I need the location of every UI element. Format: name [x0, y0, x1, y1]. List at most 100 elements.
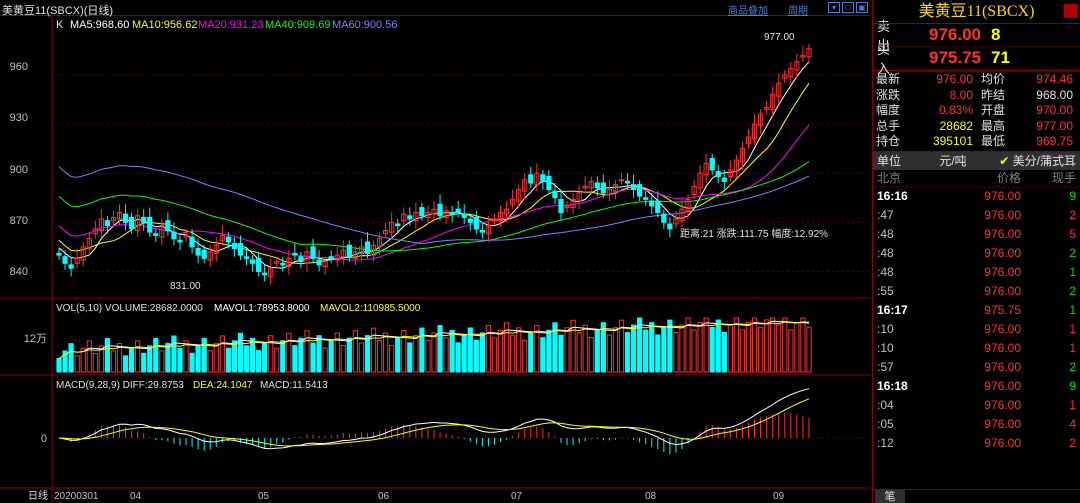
candle-body	[479, 230, 486, 233]
stat-key: 总手	[876, 118, 901, 133]
volume-bar	[709, 326, 715, 373]
volume-bar	[461, 334, 467, 373]
volume-bar	[715, 319, 721, 373]
volume-bar	[56, 358, 62, 373]
candle-body	[618, 179, 625, 182]
volume-bar	[153, 337, 159, 373]
stat-key: 持仓	[876, 134, 901, 148]
ask-row: 卖出 976.00 8	[873, 19, 1080, 53]
bid-qty: 71	[991, 48, 1010, 67]
volume-bar	[292, 345, 298, 373]
panel-close-icon[interactable]	[1064, 4, 1078, 18]
xaxis-period-label: 日线	[28, 489, 48, 502]
panel-footer: 笔	[873, 489, 1080, 503]
stat-key: 均价	[981, 72, 1006, 86]
candle-body	[643, 197, 649, 200]
tick-row: :47 976.00 2	[873, 206, 1080, 225]
candle-body	[177, 239, 183, 243]
volume-bar	[249, 337, 256, 373]
tick-row: :05 976.00 4	[873, 415, 1080, 434]
tick-price: 976.00	[984, 340, 1021, 355]
tick-row: 16:18 976.00 9	[873, 377, 1080, 396]
candle-body	[528, 174, 534, 184]
xaxis-date-start: 20200301	[54, 491, 99, 502]
stat-value: 969.75	[1036, 134, 1073, 148]
panel-header: 美黄豆11(SBCX)	[873, 0, 1080, 24]
volume-bar	[449, 329, 455, 373]
candle-body	[419, 207, 425, 217]
volume-bar	[364, 335, 371, 373]
candle-body	[540, 174, 546, 182]
tick-price: 976.00	[984, 188, 1021, 203]
volume-bar	[328, 340, 334, 373]
tick-price: 976.00	[984, 245, 1021, 260]
candle-body	[637, 184, 643, 197]
volume-bar	[255, 350, 262, 373]
high-price-tag: 977.00	[764, 32, 795, 43]
xaxis-date-09: 09	[773, 491, 785, 502]
tick-price: 976.00	[984, 264, 1021, 279]
candle-body	[68, 264, 74, 269]
stat-value: 977.00	[1036, 118, 1073, 133]
overlay-button[interactable]: 商品叠加	[728, 2, 768, 17]
tick-time: :47	[877, 207, 894, 222]
tick-price: 976.00	[984, 416, 1021, 431]
volume-bar	[262, 342, 268, 373]
candle-body	[630, 184, 637, 191]
candle-body	[407, 215, 413, 220]
kline-chart-area[interactable]: K MA5:968.60 MA10:956.62 MA20:931.23 MA4…	[0, 0, 870, 503]
volume-bar	[243, 345, 250, 373]
stat-value: 970.00	[1036, 103, 1073, 117]
candle-body	[195, 248, 201, 256]
volume-bar	[128, 347, 135, 373]
minimize-icon[interactable]: ▾	[828, 2, 840, 13]
xaxis-date-05: 05	[258, 491, 270, 502]
candle-body	[721, 177, 727, 182]
volume-bar	[141, 352, 147, 373]
price-axis-900: 900	[10, 164, 28, 176]
tick-time: 16:16	[877, 188, 908, 203]
volume-bar	[455, 342, 461, 373]
tick-price: 976.00	[984, 226, 1021, 241]
candle-body	[255, 257, 262, 272]
candle-body	[231, 243, 238, 250]
window-icon[interactable]: ▣	[856, 2, 868, 13]
tick-qty: 2	[1069, 359, 1076, 374]
ticks-list[interactable]: 16:16 976.00 9:47 976.00 2:48 976.00 5:48 976.0…	[873, 187, 1080, 453]
candle-body	[128, 216, 135, 230]
stat-key: 幅度	[876, 103, 901, 117]
volume-bar	[231, 340, 238, 373]
candle-body	[594, 182, 600, 189]
xaxis-date-06: 06	[378, 491, 390, 502]
price-axis-870: 870	[10, 215, 28, 227]
unit-yuan-option[interactable]: 元/吨	[923, 152, 983, 169]
candle-body	[328, 256, 334, 259]
volume-bar	[147, 345, 153, 373]
tick-time: :48	[877, 264, 894, 279]
candle-body	[558, 198, 564, 213]
volume-bar	[237, 332, 244, 373]
stat-key: 涨跌	[876, 87, 901, 102]
ask-price: 976.00	[929, 25, 981, 44]
unit-cents-option[interactable]: ✔ 美分/蒲式耳	[983, 152, 1080, 169]
tick-qty: 5	[1069, 226, 1076, 241]
stat-key: 最高	[981, 118, 1006, 133]
stat-value: 976.00	[936, 72, 973, 86]
volume-bar	[316, 335, 322, 373]
candle-body	[171, 231, 177, 240]
stats-row: 涨跌 8.00 昨结 968.00	[873, 88, 1080, 104]
period-button[interactable]: 周期	[788, 2, 808, 17]
tab-trades[interactable]: 笔	[875, 490, 905, 503]
volume-bar	[630, 324, 637, 373]
tick-qty: 2	[1069, 207, 1076, 222]
kline-chart-svg[interactable]: K MA5:968.60 MA10:956.62 MA20:931.23 MA4…	[0, 0, 870, 503]
xaxis-date-07: 07	[511, 491, 523, 502]
candle-body	[709, 157, 715, 171]
candle-body	[395, 223, 401, 227]
tick-price: 976.00	[984, 359, 1021, 374]
tick-price: 976.00	[984, 378, 1021, 393]
restore-icon[interactable]: □	[842, 2, 854, 13]
chart-topbar: 美黄豆11(SBCX)(日线) 商品叠加 周期 ▾ □ ▣	[0, 0, 870, 17]
tick-row: :48 976.00 5	[873, 225, 1080, 244]
panel-symbol: 美黄豆11(SBCX)	[918, 3, 1035, 20]
